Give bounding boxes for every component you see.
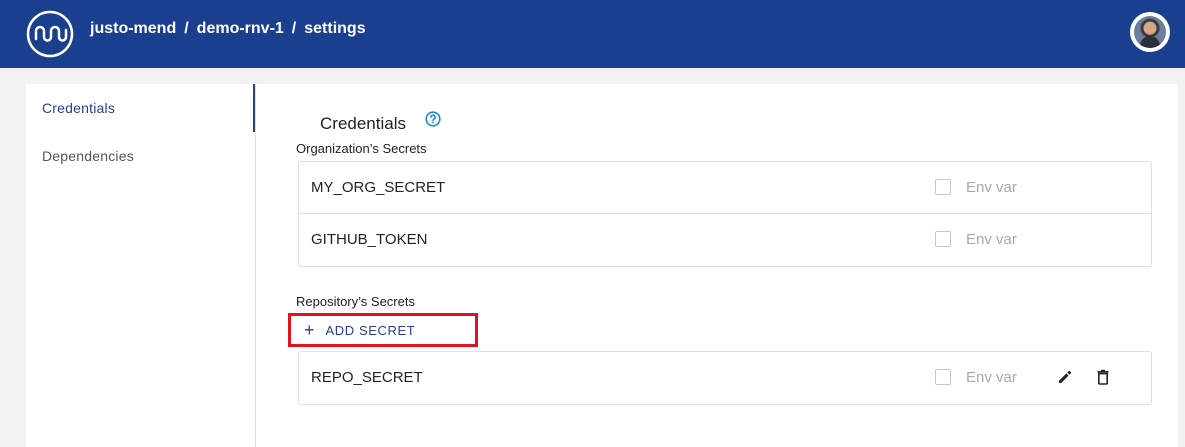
env-var-checkbox[interactable] xyxy=(935,231,951,247)
org-secrets-list: MY_ORG_SECRET Env var GITHUB_TOKEN Env v… xyxy=(298,161,1152,267)
breadcrumb-separator: / xyxy=(291,20,297,37)
breadcrumb-page: settings xyxy=(304,20,366,37)
list-item: REPO_SECRET Env var xyxy=(299,352,1151,404)
settings-panel: Credentials Dependencies Credentials Org… xyxy=(26,84,1178,447)
repo-secrets-label: Repository’s Secrets xyxy=(296,294,415,309)
env-var-checkbox[interactable] xyxy=(935,369,951,385)
breadcrumb-org[interactable]: justo-mend xyxy=(90,20,176,38)
repo-secrets-list: REPO_SECRET Env var xyxy=(298,351,1152,405)
active-indicator xyxy=(253,84,255,132)
sidebar-item-credentials[interactable]: Credentials xyxy=(42,100,115,116)
breadcrumb-separator: / xyxy=(184,20,189,37)
wave-logo-icon[interactable] xyxy=(25,9,75,59)
avatar-image xyxy=(1134,16,1166,48)
list-item: MY_ORG_SECRET Env var xyxy=(299,162,1151,214)
secret-name: GITHUB_TOKEN xyxy=(311,231,428,248)
env-var-label: Env var xyxy=(966,231,1017,248)
secret-name: REPO_SECRET xyxy=(311,369,423,386)
pencil-icon[interactable] xyxy=(1056,368,1074,386)
env-var-checkbox[interactable] xyxy=(935,179,951,195)
help-circle-icon[interactable] xyxy=(425,111,441,127)
list-item: GITHUB_TOKEN Env var xyxy=(299,214,1151,266)
top-app-bar: justo-mend / demo-rnv-1 / settings xyxy=(0,0,1185,68)
add-secret-button[interactable]: + ADD SECRET xyxy=(288,313,478,347)
trash-icon[interactable] xyxy=(1094,368,1112,386)
breadcrumb-repo[interactable]: demo-rnv-1 xyxy=(197,20,284,38)
user-avatar[interactable] xyxy=(1130,12,1170,52)
env-var-label: Env var xyxy=(966,179,1017,196)
page-title: Credentials xyxy=(320,114,406,133)
breadcrumb: justo-mend / demo-rnv-1 / settings xyxy=(90,20,366,38)
org-secrets-label: Organization’s Secrets xyxy=(296,141,427,156)
settings-sidebar: Credentials Dependencies xyxy=(26,84,256,447)
env-var-label: Env var xyxy=(966,369,1017,386)
plus-icon: + xyxy=(304,320,315,340)
secret-name: MY_ORG_SECRET xyxy=(311,179,446,196)
sidebar-item-dependencies[interactable]: Dependencies xyxy=(42,148,134,164)
add-secret-label: ADD SECRET xyxy=(325,322,416,338)
